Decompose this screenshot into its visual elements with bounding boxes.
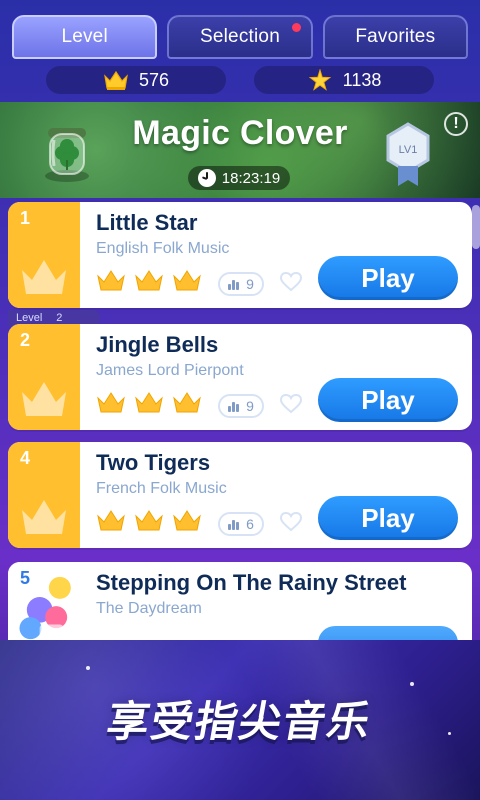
info-icon: ! xyxy=(453,115,459,132)
plays-badge: 6 xyxy=(218,512,264,536)
scrollbar[interactable] xyxy=(472,205,480,249)
crown-icon xyxy=(135,510,163,531)
plays-count: 6 xyxy=(246,516,254,532)
song-rank: 1 xyxy=(20,208,31,228)
song-rank-panel: 1 xyxy=(8,202,80,308)
level-badge-icon[interactable]: LV1 xyxy=(382,122,434,188)
crown-watermark-icon xyxy=(22,382,66,416)
tab-favorites[interactable]: Favorites xyxy=(322,15,468,59)
song-title: Two Tigers xyxy=(96,450,211,475)
promo-footer: 享受指尖音乐 xyxy=(0,640,480,800)
event-timer: 18:23:19 xyxy=(188,166,290,190)
song-rank: 4 xyxy=(20,448,31,468)
song-artist: James Lord Pierpont xyxy=(96,362,244,379)
song-rank-panel: 4 xyxy=(8,442,80,548)
bar-chart-icon xyxy=(228,278,240,290)
play-button-label: Play xyxy=(361,502,415,533)
stars-count: 1138 xyxy=(342,69,382,90)
crown-icon xyxy=(97,510,125,531)
promo-text: 享受指尖音乐 xyxy=(103,697,376,746)
play-button[interactable]: Play xyxy=(318,378,458,422)
song-title: Little Star xyxy=(96,210,198,235)
tab-level-label: Level xyxy=(61,26,108,47)
clock-icon xyxy=(197,169,216,187)
crowns-count: 576 xyxy=(138,69,170,90)
bar-chart-icon xyxy=(228,518,240,530)
song-list: 1 Little Star English Folk Music 9 Play xyxy=(8,202,472,652)
crown-icon xyxy=(104,70,128,90)
info-button[interactable]: ! xyxy=(444,112,468,136)
plays-badge: 9 xyxy=(218,272,264,296)
song-rank-panel: 5 xyxy=(8,562,80,652)
plays-count: 9 xyxy=(246,276,254,292)
song-card[interactable]: 2 Jingle Bells James Lord Pierpont 9 Pla… xyxy=(8,324,472,430)
sparkle-icon xyxy=(86,666,90,670)
level-marker-value: 2 xyxy=(56,312,63,324)
sparkle-icon xyxy=(448,732,451,735)
crown-icon xyxy=(173,270,201,291)
plays-badge: 9 xyxy=(218,394,264,418)
song-rank: 2 xyxy=(20,330,31,350)
level-marker-label: Level xyxy=(16,312,43,324)
sparkle-icon xyxy=(410,682,414,686)
song-card[interactable]: 5 Stepping On The Rainy Street The Daydr… xyxy=(8,562,472,652)
top-tabs: Level Selection Favorites xyxy=(12,15,468,61)
song-rank-panel: 2 xyxy=(8,324,80,430)
crown-watermark-icon xyxy=(22,500,66,534)
song-crowns xyxy=(96,508,206,536)
song-card[interactable]: 4 Two Tigers French Folk Music 6 Play xyxy=(8,442,472,548)
favorite-heart-icon[interactable] xyxy=(280,394,302,414)
crowns-pill[interactable]: 576 xyxy=(46,66,226,94)
tab-selection-label: Selection xyxy=(200,26,280,47)
song-artist: The Daydream xyxy=(96,600,202,617)
song-card[interactable]: 1 Little Star English Folk Music 9 Play xyxy=(8,202,472,308)
crown-watermark-icon xyxy=(22,260,66,294)
play-button[interactable]: Play xyxy=(318,256,458,300)
song-title: Stepping On The Rainy Street xyxy=(96,570,407,595)
plays-count: 9 xyxy=(246,398,254,414)
star-icon xyxy=(308,69,331,91)
song-crowns xyxy=(96,390,206,418)
favorite-heart-icon[interactable] xyxy=(280,512,302,532)
crown-icon xyxy=(135,270,163,291)
favorite-heart-icon[interactable] xyxy=(280,272,302,292)
balloons-icon xyxy=(19,576,71,641)
crown-icon xyxy=(97,392,125,413)
song-crowns xyxy=(96,268,206,296)
tab-favorites-label: Favorites xyxy=(355,26,436,47)
song-artist: English Folk Music xyxy=(96,240,230,257)
crown-icon xyxy=(173,510,201,531)
level-badge-text: LV1 xyxy=(399,144,418,156)
tab-level[interactable]: Level xyxy=(12,15,158,59)
stars-pill[interactable]: 1138 xyxy=(254,66,434,94)
event-timer-text: 18:23:19 xyxy=(221,169,281,187)
song-artist: French Folk Music xyxy=(96,480,227,497)
play-button-label: Play xyxy=(361,384,415,415)
crown-icon xyxy=(135,392,163,413)
tab-selection[interactable]: Selection xyxy=(167,15,313,59)
play-button-label: Play xyxy=(361,262,415,293)
play-button[interactable]: Play xyxy=(318,496,458,540)
event-banner: Magic Clover 18:23:19 LV1 ! xyxy=(0,102,480,198)
currency-row: 576 1138 xyxy=(46,66,434,96)
crown-icon xyxy=(97,270,125,291)
notification-dot xyxy=(291,23,301,32)
bar-chart-icon xyxy=(228,400,240,412)
crown-icon xyxy=(173,392,201,413)
song-title: Jingle Bells xyxy=(96,332,219,357)
